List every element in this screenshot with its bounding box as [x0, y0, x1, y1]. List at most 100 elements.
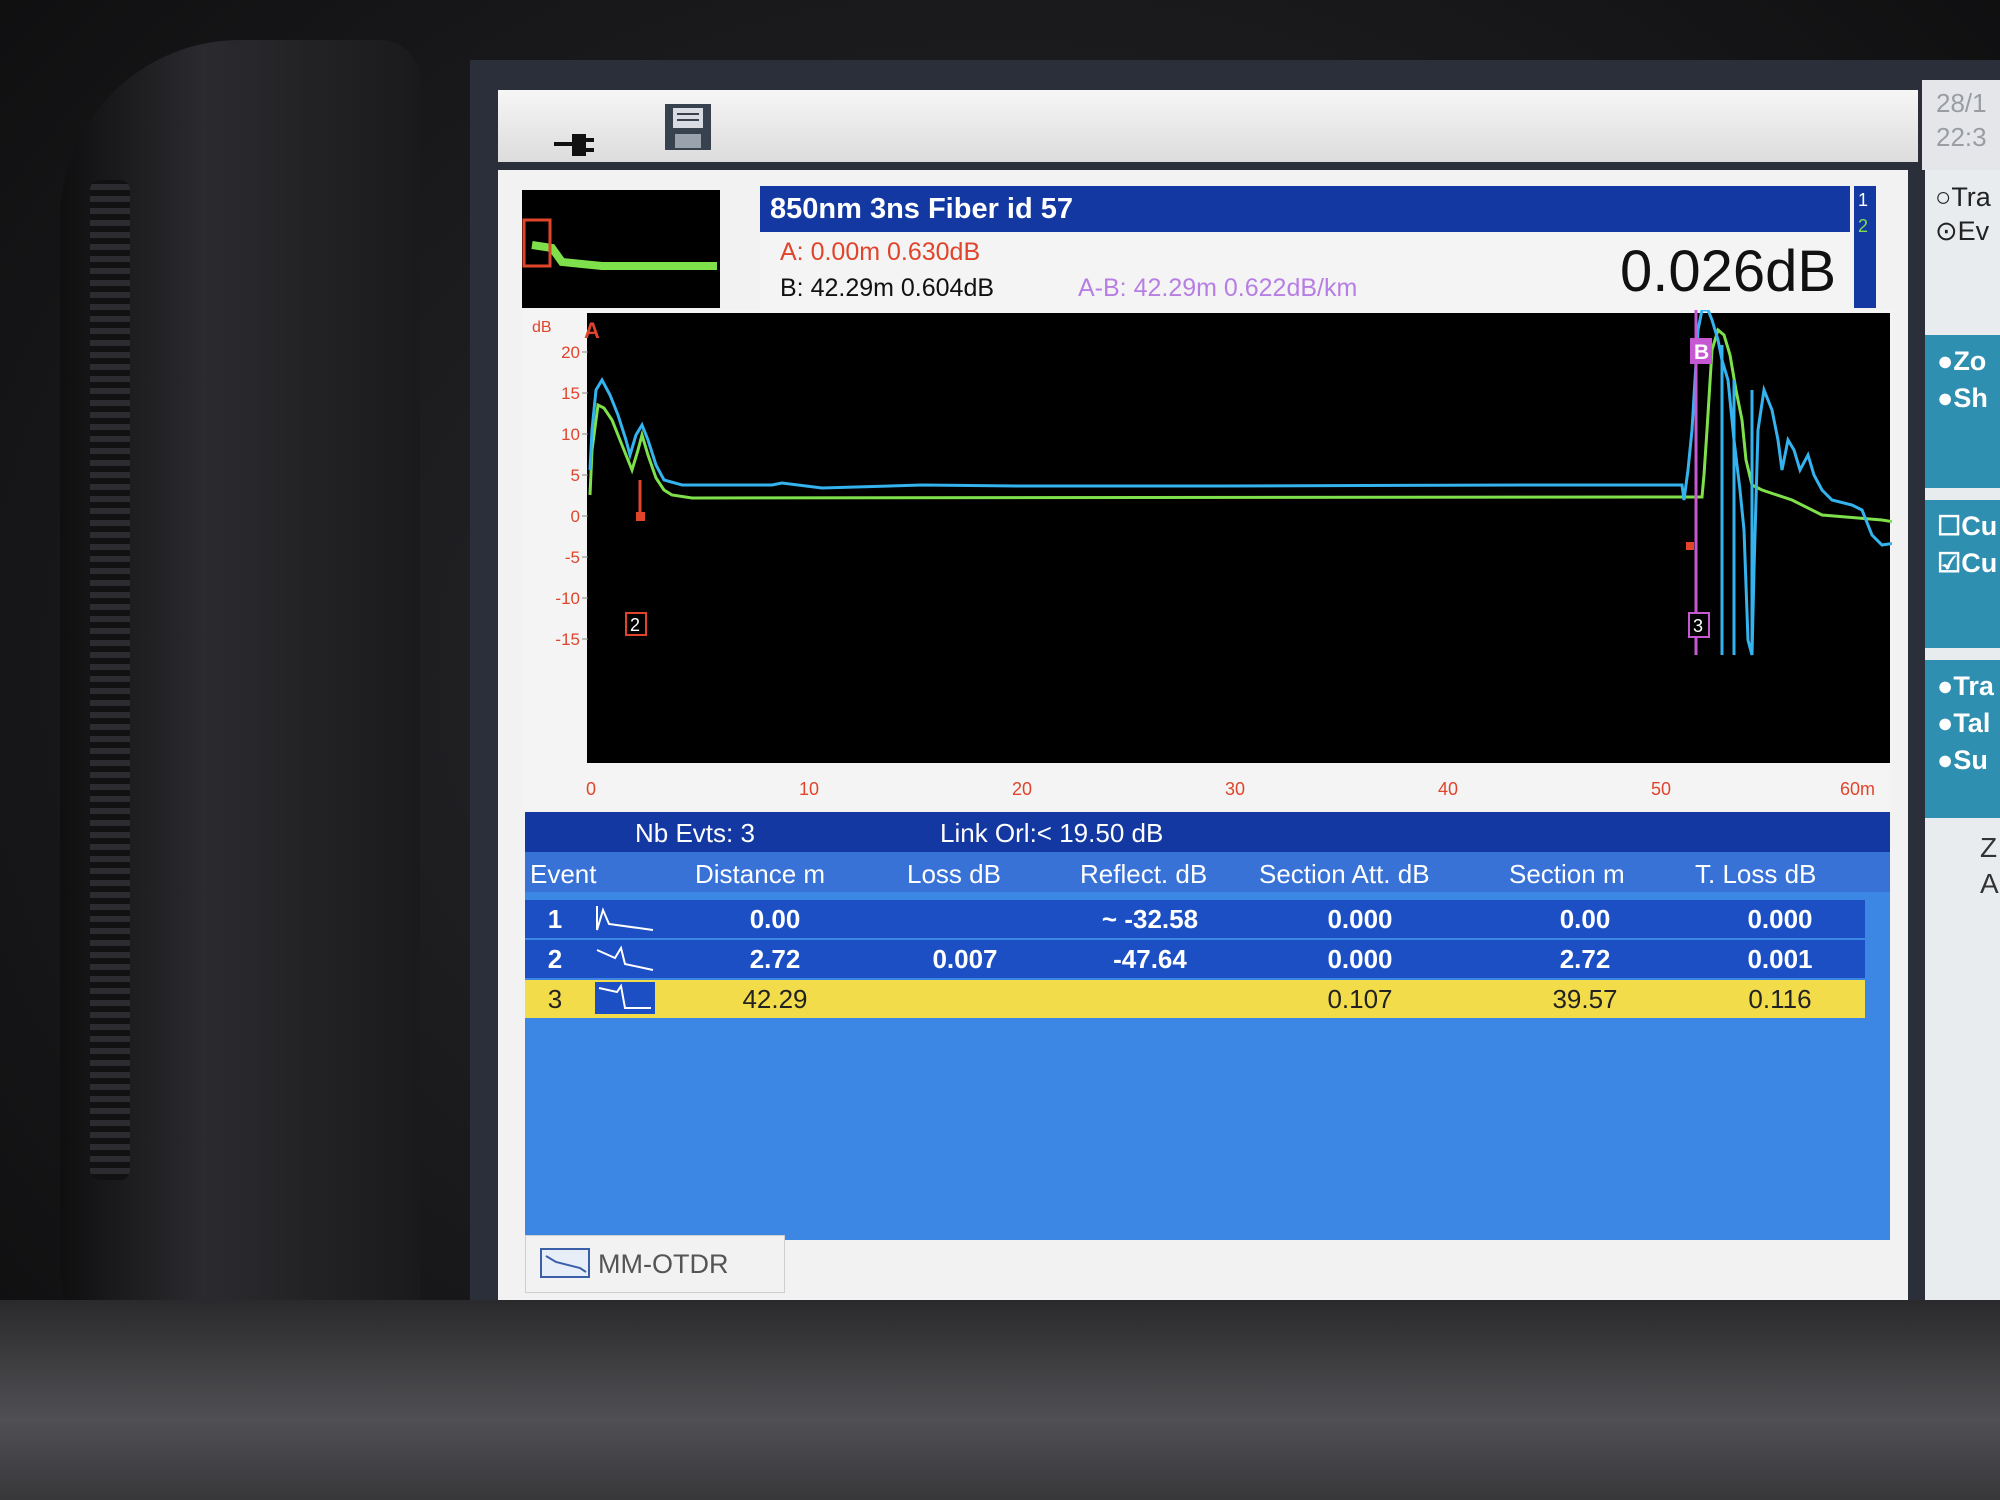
cell-section: 0.00	[1559, 904, 1611, 934]
x-axis-ticks: 0 10 20 30 40 50 60m	[586, 779, 1875, 799]
label-a: A	[1980, 868, 1999, 899]
x-tick-label: 30	[1225, 779, 1245, 799]
overview-trace-icon	[522, 218, 717, 270]
radio-table-view[interactable]: ●Tal	[1925, 705, 2000, 742]
loss-value-display: 0.026dB	[1620, 239, 1837, 304]
power-plug-icon[interactable]	[550, 130, 600, 160]
cursor-a-readout: A: 0.00m 0.630dB	[780, 238, 981, 266]
x-tick-label: 60m	[1840, 779, 1875, 799]
checkbox-cursor-2[interactable]: ☑Cu	[1925, 545, 2000, 582]
x-tick-label: 10	[799, 779, 819, 799]
table-row[interactable]: 2 2.72 0.007 -47.64 0.000 2.72 0.001	[525, 940, 1865, 978]
col-section: Section m	[1509, 859, 1625, 889]
event-3-marker: 3	[1693, 616, 1703, 636]
radio-trace[interactable]: ○Tra	[1935, 180, 1991, 214]
mm-otdr-tab-label: MM-OTDR	[598, 1249, 729, 1279]
radio-summary-view[interactable]: ●Su	[1925, 742, 2000, 779]
cell-distance: 2.72	[749, 944, 801, 974]
top-toolbar	[498, 90, 1918, 162]
cell-event: 3	[547, 984, 563, 1014]
cell-section: 39.57	[1552, 984, 1618, 1014]
trace-selector-1[interactable]: 1	[1854, 186, 1876, 210]
trace-event-radio-group: ○Tra ⊙Ev	[1935, 180, 1991, 248]
x-tick-label: 20	[1012, 779, 1032, 799]
radio-trace-view[interactable]: ●Tra	[1925, 668, 2000, 705]
table-row[interactable]: 1 0.00 ~ -32.58 0.000 0.00 0.000	[525, 900, 1865, 938]
cursor-b-readout: B: 42.29m 0.604dB	[780, 274, 995, 302]
fiber-end-event-icon	[595, 982, 655, 1014]
y-tick-label: -5	[565, 548, 580, 567]
y-tick-label: 20	[561, 343, 580, 362]
col-distance: Distance m	[695, 859, 826, 889]
y-axis-ticks: 20 15 10 5 0 -5 -10 -15	[555, 343, 588, 649]
event-2-marker: 2	[630, 615, 640, 635]
cell-section: 2.72	[1559, 944, 1611, 974]
y-tick-label: 15	[561, 384, 580, 403]
cursor-options-group: ☐Cu ☑Cu	[1925, 500, 2000, 648]
bottom-right-labels: Z A	[1980, 830, 1999, 902]
y-unit-label: dB	[532, 319, 552, 336]
table-header-row: Event Distance m Loss dB Reflect. dB Sec…	[525, 852, 1890, 892]
time-text: 22:3	[1936, 122, 1987, 152]
label-z: Z	[1980, 832, 1998, 863]
cell-reflect: -47.64	[1113, 944, 1187, 974]
reflective-event-icon	[596, 945, 654, 971]
x-tick-label: 0	[586, 779, 596, 799]
nb-events-text: Nb Evts: 3	[635, 818, 755, 848]
cursor-b-marker: B	[1694, 341, 1709, 364]
y-tick-label: 5	[571, 466, 580, 485]
otdr-screen: 28/1 22:3 ○Tra ⊙Ev ●Zo ●Sh ☐Cu ☑Cu ●Tra …	[470, 60, 2000, 1300]
save-floppy-icon[interactable]	[663, 102, 713, 152]
cell-reflect	[1055, 980, 1245, 1018]
y-tick-label: -15	[555, 630, 580, 649]
col-section-att: Section Att. dB	[1259, 859, 1430, 889]
cell-event: 1	[547, 904, 563, 934]
date-text: 28/1	[1936, 88, 1987, 118]
cell-t-loss: 0.001	[1747, 944, 1813, 974]
link-orl-text: Link Orl:< 19.50 dB	[940, 818, 1164, 848]
cell-loss	[875, 900, 1055, 938]
reflective-start-event-icon	[596, 906, 654, 931]
cell-t-loss: 0.116	[1748, 984, 1812, 1014]
col-loss: Loss dB	[907, 859, 1001, 889]
col-event: Event	[530, 859, 597, 889]
view-options-group: ●Tra ●Tal ●Su	[1925, 660, 2000, 818]
cell-section-att: 0.107	[1327, 984, 1393, 1014]
table-row-selected[interactable]: 3 42.29 0.107 39.57 0.116	[525, 980, 1865, 1018]
y-tick-label: 0	[571, 507, 580, 526]
cell-event: 2	[547, 944, 563, 974]
device-bottom-shell	[0, 1300, 2000, 1500]
mm-otdr-tab[interactable]: MM-OTDR	[525, 1235, 785, 1293]
trace-selector[interactable]: 1 2	[1854, 186, 1876, 308]
trace-selector-2[interactable]: 2	[1854, 210, 1876, 236]
x-tick-label: 50	[1651, 779, 1671, 799]
cell-loss: 0.007	[932, 944, 998, 974]
radio-zoom[interactable]: ●Zo	[1925, 343, 2000, 380]
cursor-a-marker[interactable]: A	[584, 318, 600, 343]
col-t-loss: T. Loss dB	[1695, 859, 1817, 889]
cell-loss	[875, 980, 1055, 1018]
x-tick-label: 40	[1438, 779, 1458, 799]
cell-section-att: 0.000	[1327, 944, 1393, 974]
radio-shift[interactable]: ●Sh	[1925, 380, 2000, 417]
cell-reflect: ~ -32.58	[1101, 904, 1199, 934]
trace-chart-svg: dB 20151050-5-10-15 0 10 20 30 40 50 60m A 2 B…	[532, 310, 1892, 799]
cell-section-att: 0.000	[1327, 904, 1393, 934]
date-time-display: 28/1 22:3	[1922, 80, 2000, 170]
checkbox-cursor-1[interactable]: ☐Cu	[1925, 508, 2000, 545]
col-reflect: Reflect. dB	[1080, 859, 1208, 889]
event-2-dot	[636, 512, 645, 521]
grip-ridges	[90, 180, 130, 1180]
radio-events[interactable]: ⊙Ev	[1935, 214, 1991, 248]
cell-distance: 0.00	[749, 904, 801, 934]
y-tick-label: -10	[555, 589, 580, 608]
cell-t-loss: 0.000	[1747, 904, 1813, 934]
zoom-options-group: ●Zo ●Sh	[1925, 335, 2000, 488]
trace-overview-thumbnail[interactable]	[522, 190, 720, 308]
cursor-ab-readout: A-B: 42.29m 0.622dB/km	[1078, 274, 1358, 302]
measurement-title: 850nm 3ns Fiber id 57	[760, 186, 1850, 232]
y-tick-label: 10	[561, 425, 580, 444]
event-3-dot	[1686, 542, 1694, 550]
otdr-trace-icon	[540, 1248, 590, 1278]
table-summary-bar: Nb Evts: 3 Link Orl:< 19.50 dB	[525, 812, 1890, 852]
